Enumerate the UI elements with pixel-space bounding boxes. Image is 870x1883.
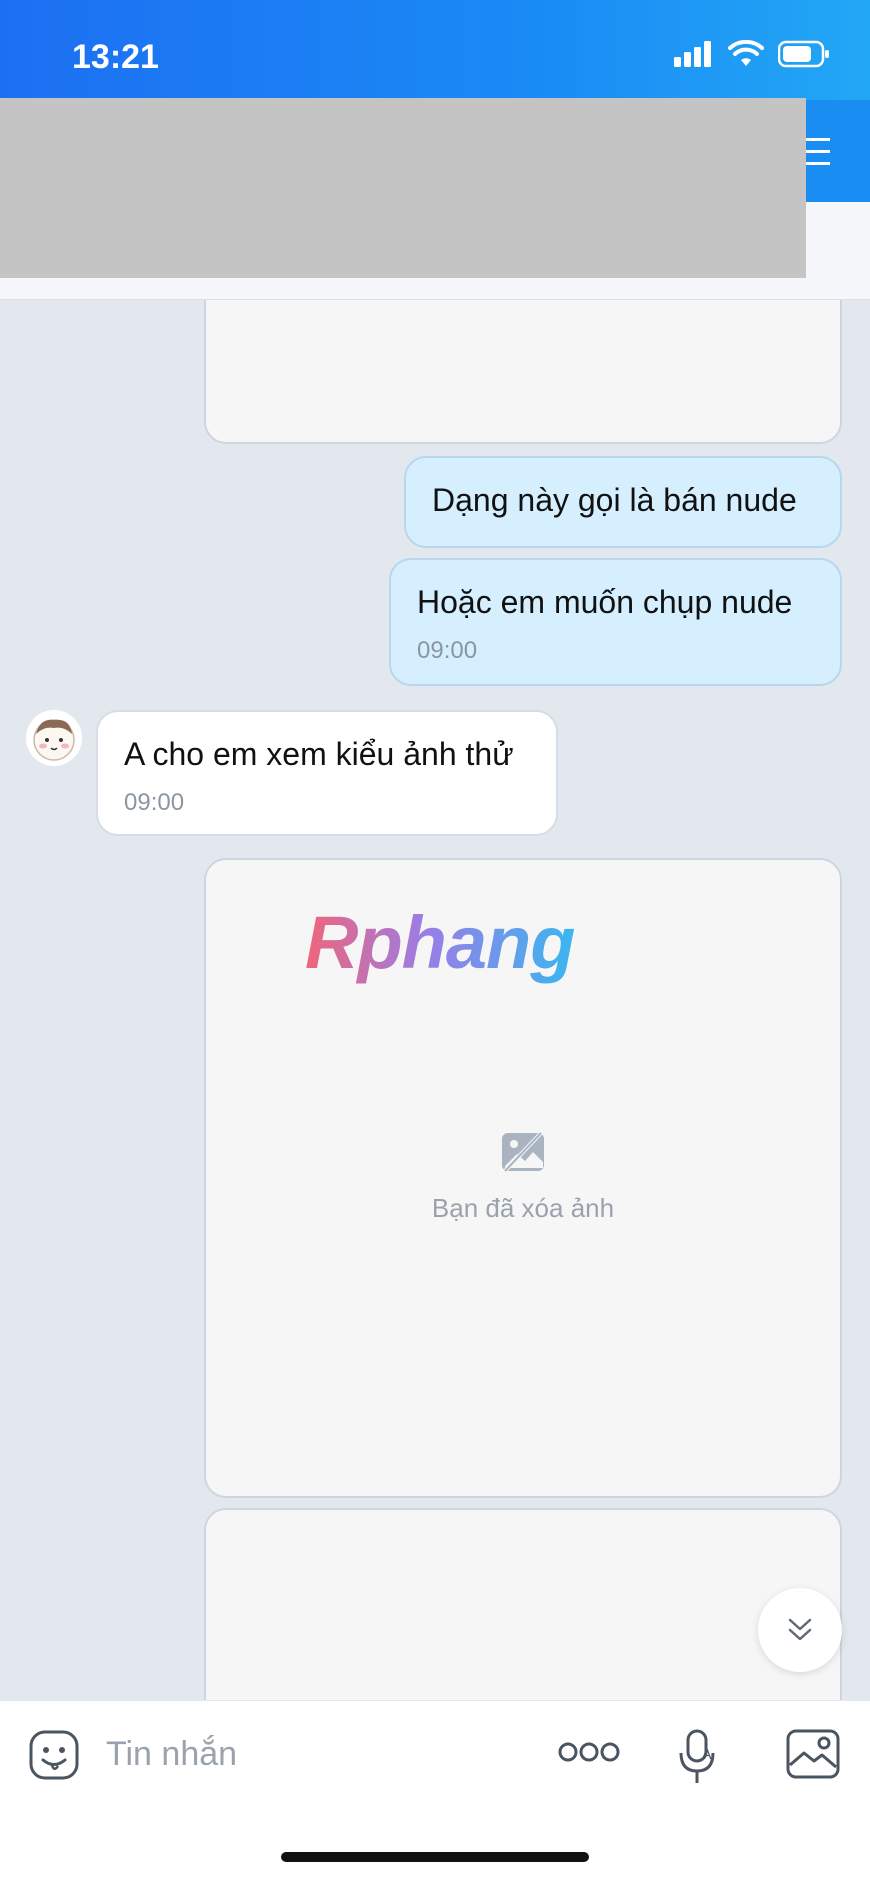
deleted-image-label: Bạn đã xóa ảnh <box>431 1193 615 1223</box>
message-bubble-sent[interactable]: Dạng này gọi là bán nude <box>404 456 842 548</box>
message-bubble-received[interactable]: A cho em xem kiểu ảnh thử 09:00 <box>96 710 558 836</box>
status-icons <box>674 40 830 68</box>
chevron-double-down-icon <box>788 1618 812 1641</box>
image-off-icon <box>502 1131 544 1173</box>
message-time: 09:00 <box>417 637 478 664</box>
image-message-card[interactable] <box>204 1508 842 1700</box>
signal-icon <box>674 41 711 67</box>
svg-text:A: A <box>702 1747 712 1763</box>
emoji-icon[interactable] <box>28 1729 80 1781</box>
message-text: A cho em xem kiểu ảnh thử <box>124 736 514 772</box>
deleted-image-notice: Bạn đã xóa ảnh <box>204 1130 842 1224</box>
mic-icon[interactable]: A <box>676 1729 720 1785</box>
more-options-icon[interactable] <box>558 1741 620 1763</box>
message-bubble-sent[interactable]: Hoặc em muốn chụp nude 09:00 <box>389 558 842 686</box>
battery-icon <box>778 40 829 68</box>
scroll-to-bottom-button[interactable] <box>758 1588 842 1672</box>
image-message-card[interactable] <box>204 300 842 444</box>
message-input[interactable]: Tin nhắn <box>106 1735 237 1774</box>
status-bar: 13:21 <box>0 0 870 100</box>
home-indicator <box>281 1852 589 1862</box>
message-time: 09:00 <box>124 789 185 816</box>
header-divider <box>0 278 870 300</box>
wifi-icon <box>728 40 764 66</box>
status-time: 13:21 <box>72 38 159 76</box>
photo-icon[interactable] <box>786 1729 840 1779</box>
chat-area[interactable]: Dạng này gọi là bán nude Hoặc em muốn ch… <box>0 300 870 1700</box>
redacted-header-region <box>0 98 806 278</box>
message-text: Dạng này gọi là bán nude <box>432 482 797 518</box>
avatar[interactable] <box>26 710 82 766</box>
watermark-logo: Rphang <box>305 901 575 984</box>
message-text: Hoặc em muốn chụp nude <box>417 584 793 620</box>
